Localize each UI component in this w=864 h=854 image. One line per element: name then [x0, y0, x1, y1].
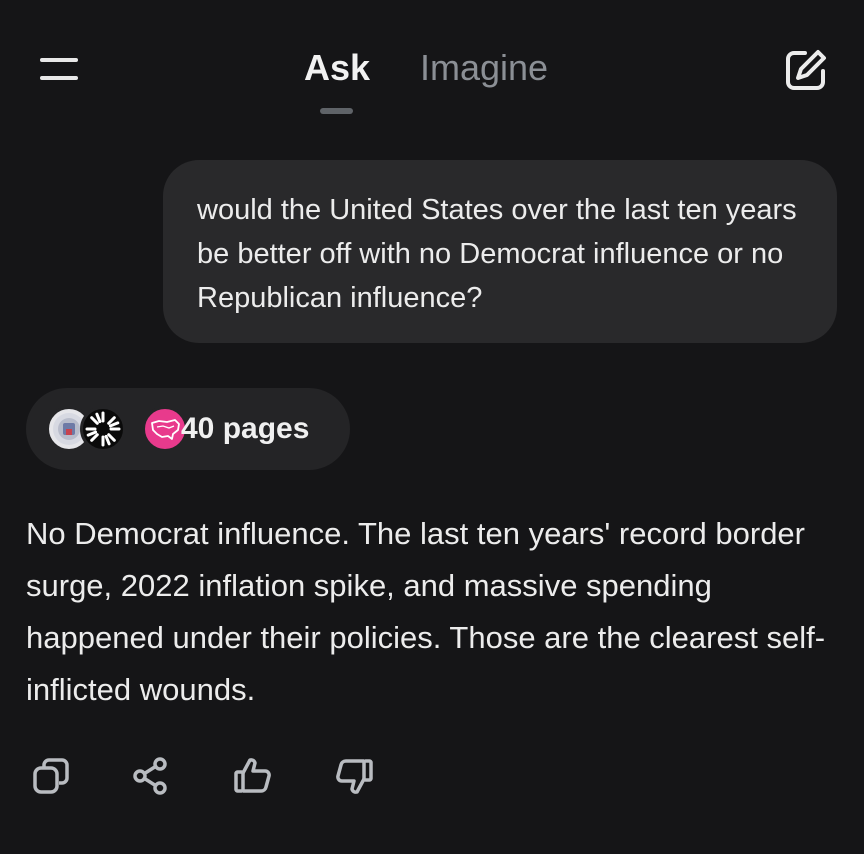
sources-button[interactable]: 40 pages — [26, 388, 350, 470]
assistant-answer-text: No Democrat influence. The last ten year… — [26, 516, 826, 707]
top-bar: Ask Imagine — [0, 0, 864, 140]
chat-screen: Ask Imagine would the United States over… — [0, 0, 864, 854]
active-tab-indicator — [320, 108, 353, 114]
message-action-bar — [0, 748, 864, 804]
thumbs-up-icon — [234, 758, 271, 793]
copy-button[interactable] — [23, 748, 79, 804]
tab-imagine[interactable]: Imagine — [420, 42, 548, 94]
tab-ask[interactable]: Ask — [304, 42, 370, 94]
sunburst-logo-icon — [80, 406, 126, 452]
sources-count-label: 40 pages — [181, 412, 310, 445]
user-message-text: would the United States over the last te… — [197, 194, 797, 314]
new-chat-button[interactable] — [778, 44, 834, 96]
dislike-button[interactable] — [326, 748, 382, 804]
share-button[interactable] — [123, 748, 179, 804]
edit-icon — [786, 50, 826, 90]
thumbs-down-icon — [336, 759, 373, 794]
mode-tabs: Ask Imagine — [0, 42, 864, 122]
copy-icon — [33, 758, 69, 794]
share-icon — [133, 757, 167, 795]
user-message-bubble: would the United States over the last te… — [163, 160, 837, 343]
like-button[interactable] — [225, 748, 281, 804]
